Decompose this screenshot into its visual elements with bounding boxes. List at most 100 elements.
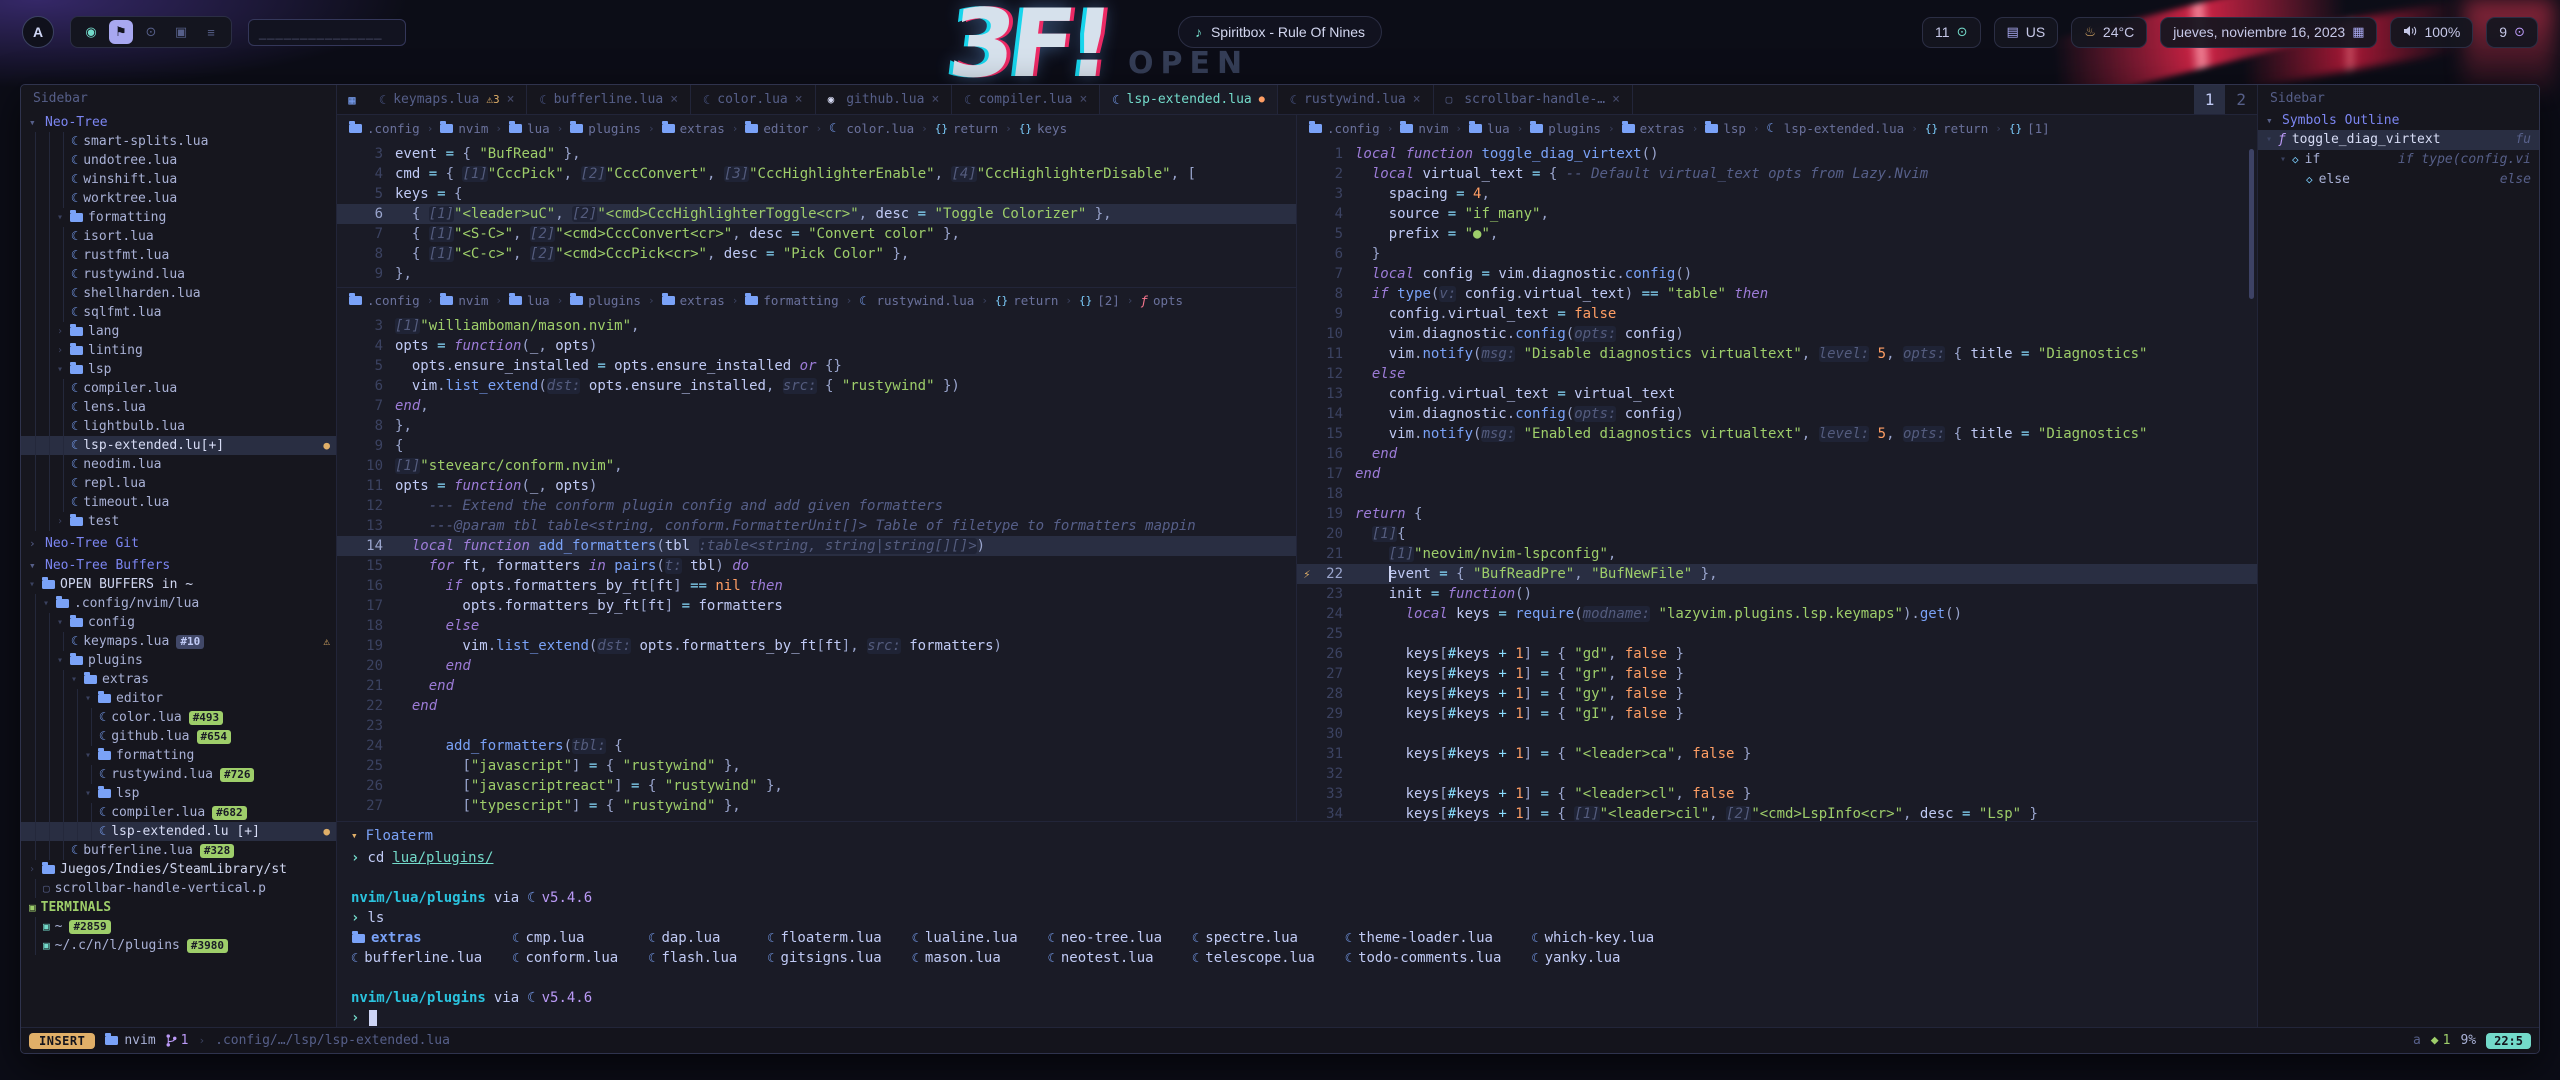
tree-item[interactable]: ▾extras	[21, 670, 336, 689]
floaterm-panel[interactable]: ▾ Floaterm ›cdlua/plugins/nvim/lua/plugi…	[337, 821, 2257, 1027]
tree-item[interactable]: ☾smart-splits.lua	[21, 132, 336, 151]
code-line[interactable]: 29 keys[#keys + 1] = { "gI", false }	[1297, 704, 2257, 724]
code-editor-lsp-extended-lua[interactable]: 1local function toggle_diag_virtext()2 l…	[1297, 141, 2257, 821]
code-line[interactable]: 9{	[337, 436, 1296, 456]
tree-item[interactable]: ☾bufferline.lua#328	[21, 841, 336, 860]
breadcrumb-segment[interactable]: ☾rustywind.lua	[859, 293, 974, 308]
breadcrumb-segment[interactable]: lua	[509, 121, 550, 136]
breadcrumb-segment[interactable]: lua	[1469, 121, 1510, 136]
breadcrumb-segment[interactable]: extras	[1622, 121, 1685, 136]
tab-scrollbar-handle-[interactable]: ▢scrollbar-handle-…×	[1434, 85, 1633, 114]
tab-rustywind-lua[interactable]: ☾rustywind.lua×	[1278, 85, 1434, 114]
code-line[interactable]: 9 config.virtual_text = false	[1297, 304, 2257, 324]
breadcrumb-segment[interactable]: formatting	[745, 293, 838, 308]
git-branch[interactable]: 1	[166, 1033, 189, 1048]
code-line[interactable]: 8},	[337, 416, 1296, 436]
code-line[interactable]: 4opts = function(_, opts)	[337, 336, 1296, 356]
tree-item[interactable]: ▾lsp	[21, 784, 336, 803]
code-line[interactable]: 23 init = function()	[1297, 584, 2257, 604]
tree-item[interactable]: ☾undotree.lua	[21, 151, 336, 170]
code-line[interactable]: 19 vim.list_extend(dst: opts.formatters_…	[337, 636, 1296, 656]
ls-entry[interactable]: ☾cmp.lua	[512, 928, 618, 948]
code-line[interactable]: 13 config.virtual_text = virtual_text	[1297, 384, 2257, 404]
code-line[interactable]: 26 ["javascriptreact"] = { "rustywind" }…	[337, 776, 1296, 796]
code-line[interactable]: 12 else	[1297, 364, 2257, 384]
volume-pill[interactable]: 100%	[2390, 17, 2473, 48]
breadcrumb-segment[interactable]: nvim	[1400, 121, 1448, 136]
ls-entry[interactable]: ☾neotest.lua	[1048, 948, 1162, 968]
code-line[interactable]: 33 keys[#keys + 1] = { "<leader>cl", fal…	[1297, 784, 2257, 804]
tree-item[interactable]: ▾plugins	[21, 651, 336, 670]
tree-item[interactable]: ▣~#2859	[21, 917, 336, 936]
tree-item[interactable]: ▾formatting	[21, 746, 336, 765]
tree-item[interactable]: ›Juegos/Indies/SteamLibrary/st	[21, 860, 336, 879]
tree-item[interactable]: ☾sqlfmt.lua	[21, 303, 336, 322]
breadcrumb-segment[interactable]: {}[1]	[2009, 121, 2050, 136]
symbol-item[interactable]: ▾ƒtoggle_diag_virtextfu	[2258, 130, 2539, 150]
tree-item[interactable]: ☾lsp-extended.lu[+]●	[21, 436, 336, 455]
tab-page-2[interactable]: 2	[2225, 85, 2257, 114]
panel-toggle-icon[interactable]: ▦	[337, 85, 367, 114]
code-line[interactable]: 4cmd = { [1]"CccPick", [2]"CccConvert", …	[337, 164, 1296, 184]
code-editor-color-lua[interactable]: 3event = { "BufRead" },4cmd = { [1]"CccP…	[337, 141, 1296, 287]
code-line[interactable]: 15 vim.notify(msg: "Enabled diagnostics …	[1297, 424, 2257, 444]
ls-entry[interactable]: ☾floaterm.lua	[767, 928, 881, 948]
workspace-button-1[interactable]: ◉	[79, 20, 103, 44]
code-line[interactable]: 3 spacing = 4,	[1297, 184, 2257, 204]
notifications-pill[interactable]: 9 ⊙	[2486, 17, 2538, 48]
code-line[interactable]: 34 keys[#keys + 1] = { [1]"<leader>cil",…	[1297, 804, 2257, 821]
tree-item[interactable]: ☾rustywind.lua	[21, 265, 336, 284]
tree-item[interactable]: ☾rustywind.lua#726	[21, 765, 336, 784]
tree-item[interactable]: ☾isort.lua	[21, 227, 336, 246]
code-line[interactable]: 13 ---@param tbl table<string, conform.F…	[337, 516, 1296, 536]
code-line[interactable]: ⚡22 event = { "BufReadPre", "BufNewFile"…	[1297, 564, 2257, 584]
breadcrumb-segment[interactable]: ƒopts	[1140, 293, 1183, 308]
code-line[interactable]: 15 for ft, formatters in pairs(t: tbl) d…	[337, 556, 1296, 576]
tree-item[interactable]: ☾worktree.lua	[21, 189, 336, 208]
breadcrumb-segment[interactable]: extras	[662, 121, 725, 136]
tree-item[interactable]: ☾color.lua#493	[21, 708, 336, 727]
breadcrumb-segment[interactable]: {}[2]	[1079, 293, 1120, 308]
ls-entry[interactable]: ☾bufferline.lua	[351, 948, 482, 968]
tab-lsp-extended-lua[interactable]: ☾lsp-extended.lua●	[1100, 85, 1278, 114]
tree-item[interactable]: ☾compiler.lua	[21, 379, 336, 398]
code-line[interactable]: 17 opts.formatters_by_ft[ft] = formatter…	[337, 596, 1296, 616]
code-line[interactable]: 10 vim.diagnostic.config(opts: config)	[1297, 324, 2257, 344]
workspace-button-4[interactable]: ▣	[169, 20, 193, 44]
breadcrumb-segment[interactable]: .config	[1309, 121, 1380, 136]
ls-entry[interactable]: ☾flash.lua	[648, 948, 737, 968]
breadcrumb-segment[interactable]: extras	[662, 293, 725, 308]
code-line[interactable]: 17end	[1297, 464, 2257, 484]
code-line[interactable]: 8 if type(v: config.virtual_text) == "ta…	[1297, 284, 2257, 304]
close-icon[interactable]: ×	[1413, 92, 1421, 107]
tree-item[interactable]: ▾config	[21, 613, 336, 632]
ls-entry[interactable]: ☾gitsigns.lua	[767, 948, 881, 968]
code-editor-rustywind-lua[interactable]: 3[1]"williamboman/mason.nvim",4opts = fu…	[337, 313, 1296, 821]
keyboard-layout-pill[interactable]: ▤ US	[1994, 17, 2059, 48]
breadcrumb-segment[interactable]: editor	[745, 121, 808, 136]
code-line[interactable]: 6 { [1]"<leader>uC", [2]"<cmd>CccHighlig…	[337, 204, 1296, 224]
code-line[interactable]: 5 prefix = "●",	[1297, 224, 2257, 244]
code-line[interactable]: 11opts = function(_, opts)	[337, 476, 1296, 496]
scrollbar-handle[interactable]	[2249, 149, 2254, 299]
code-line[interactable]: 10[1]"stevearc/conform.nvim",	[337, 456, 1296, 476]
code-line[interactable]: 5keys = {	[337, 184, 1296, 204]
tree-item[interactable]: ▾editor	[21, 689, 336, 708]
tree-item[interactable]: ›lang	[21, 322, 336, 341]
code-line[interactable]: 6 vim.list_extend(dst: opts.ensure_insta…	[337, 376, 1296, 396]
tree-item[interactable]: ☾lsp-extended.lu [+]●	[21, 822, 336, 841]
launcher-button[interactable]: A	[22, 16, 54, 48]
code-line[interactable]: 25	[1297, 624, 2257, 644]
tab-github-lua[interactable]: ◉github.lua×	[816, 85, 953, 114]
breadcrumb-segment[interactable]: nvim	[440, 293, 488, 308]
breadcrumb-segment[interactable]: {}return	[1925, 121, 1988, 136]
tree-item[interactable]: ▾.config/nvim/lua	[21, 594, 336, 613]
tab-keymaps-lua[interactable]: ☾keymaps.lua⚠3×	[367, 85, 527, 114]
tree-item[interactable]: ☾github.lua#654	[21, 727, 336, 746]
tree-item[interactable]: ▢scrollbar-handle-vertical.p	[21, 879, 336, 898]
close-icon[interactable]: ×	[670, 92, 678, 107]
code-line[interactable]: 20 [1]{	[1297, 524, 2257, 544]
section-header[interactable]: ▾Neo-Tree	[21, 112, 336, 132]
code-line[interactable]: 1local function toggle_diag_virtext()	[1297, 144, 2257, 164]
code-line[interactable]: 3[1]"williamboman/mason.nvim",	[337, 316, 1296, 336]
